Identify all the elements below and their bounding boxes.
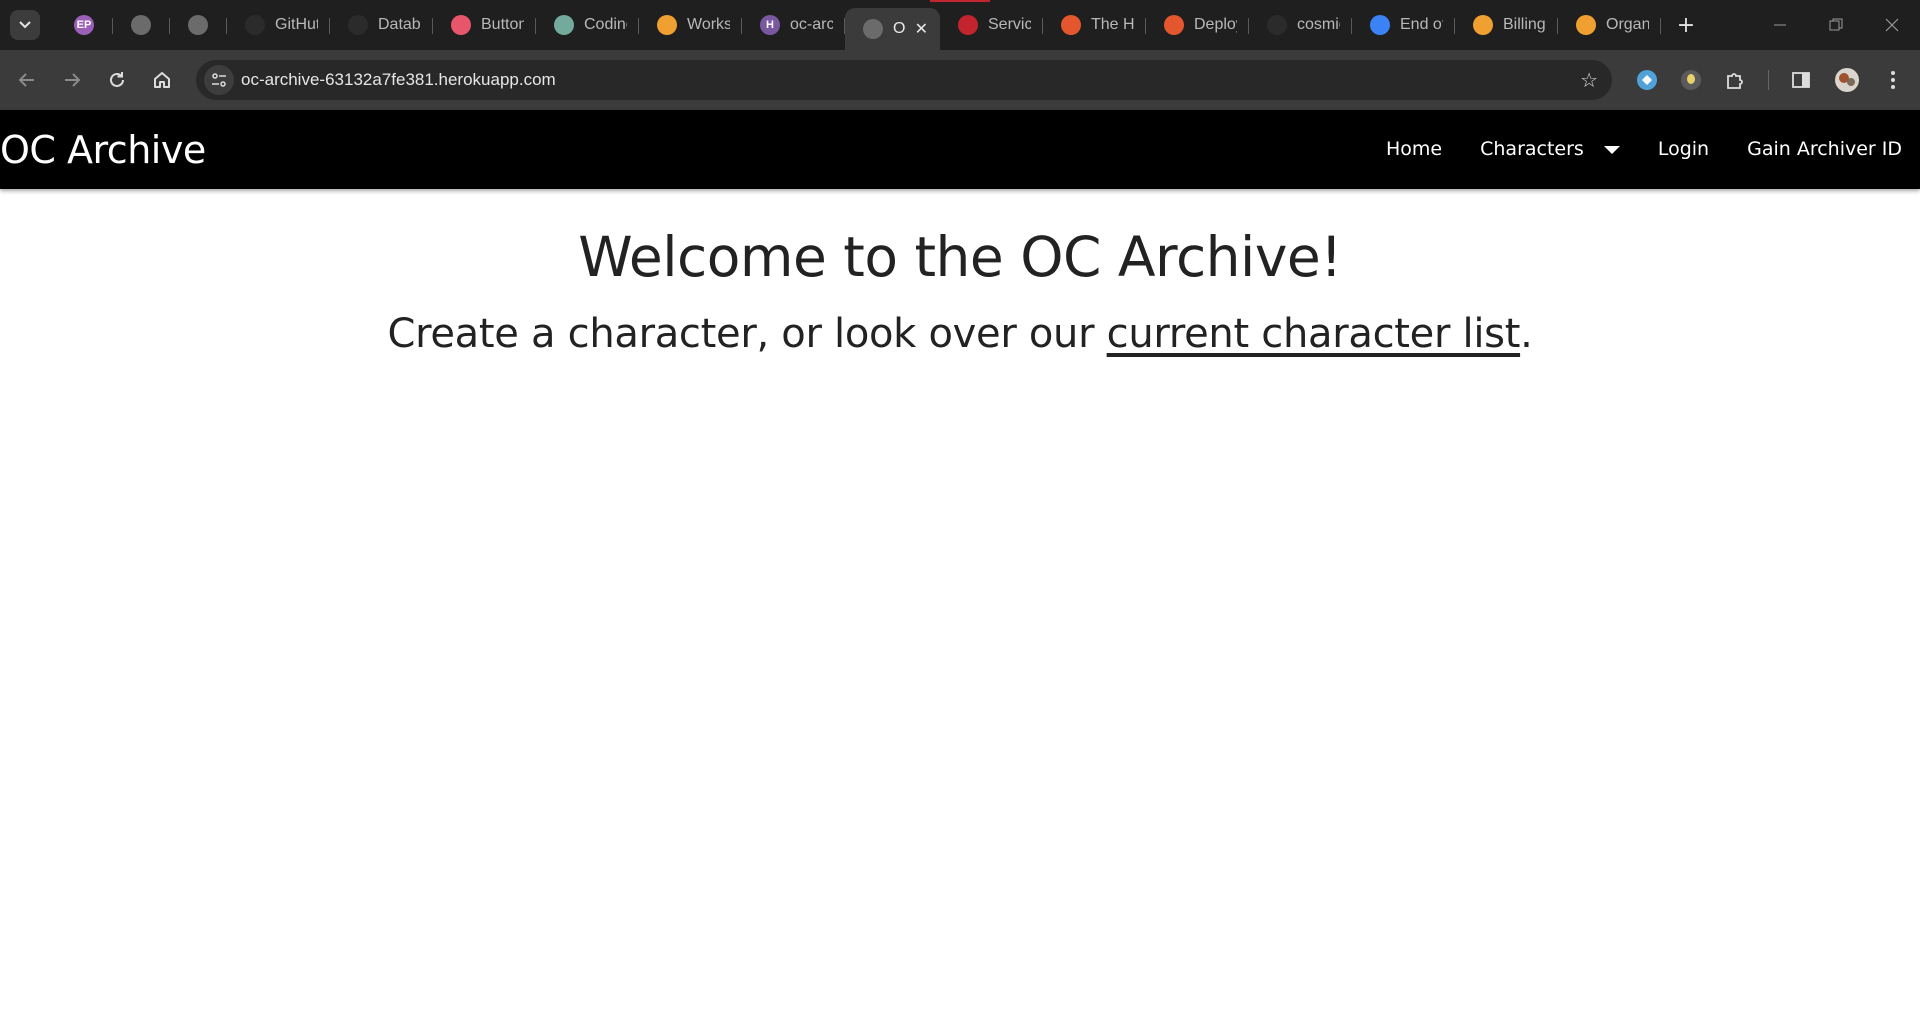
tab-title: End of — [1400, 16, 1443, 33]
browser-tab[interactable]: Databa — [330, 8, 433, 42]
tab-title: GitHut — [275, 16, 318, 33]
nav-links: Home Characters Login Gain Archiver ID — [1348, 138, 1902, 160]
globe-icon — [863, 19, 883, 39]
close-icon — [1885, 18, 1899, 32]
ring-icon — [1061, 15, 1081, 35]
tab-title: cosmic — [1297, 16, 1340, 33]
git-branch-icon — [348, 15, 368, 35]
caret-down-icon — [1603, 145, 1620, 154]
tab-title: The H — [1091, 16, 1134, 33]
browser-tab[interactable]: Button — [433, 8, 536, 42]
g-icon — [657, 15, 677, 35]
url-text[interactable]: oc-archive-63132a7fe381.herokuapp.com — [241, 70, 556, 90]
extension-blue-icon[interactable] — [1632, 65, 1662, 95]
tab-title: oc-arc — [790, 16, 833, 33]
main-content: Welcome to the OC Archive! Create a char… — [0, 190, 1920, 360]
site-navbar: OC Archive Home Characters Login Gain Ar… — [0, 110, 1920, 189]
site-brand[interactable]: OC Archive — [0, 128, 206, 172]
browser-tabstrip: EPGitHutDatabaButtonCodincWorksHoc-arcO✕… — [0, 0, 1920, 50]
browser-tab[interactable]: The H — [1043, 8, 1146, 42]
back-button[interactable] — [11, 64, 43, 96]
forward-button[interactable] — [56, 64, 88, 96]
chevron-down-icon — [19, 21, 31, 29]
cloud-icon — [1370, 15, 1390, 35]
browser-toolbar: oc-archive-63132a7fe381.herokuapp.com ☆ — [0, 50, 1920, 110]
browser-tab[interactable]: Deploy — [1146, 8, 1249, 42]
browser-tab[interactable]: End of — [1352, 8, 1455, 42]
nav-characters-label: Characters — [1480, 138, 1584, 160]
close-window-button[interactable] — [1864, 0, 1920, 50]
crab-icon — [958, 15, 978, 35]
profile-ep-icon: EP — [74, 15, 94, 35]
nav-gain-archiver-id-link[interactable]: Gain Archiver ID — [1747, 138, 1902, 160]
browser-tab[interactable]: Servic — [940, 8, 1043, 42]
menu-kebab-icon[interactable] — [1878, 65, 1908, 95]
browser-tab[interactable]: Billing — [1455, 8, 1558, 42]
nav-characters-dropdown[interactable]: Characters — [1480, 138, 1620, 160]
tab-title: O — [893, 20, 906, 37]
tab-title: Databa — [378, 16, 421, 33]
side-panel-icon[interactable] — [1786, 65, 1816, 95]
monday-icon — [451, 15, 471, 35]
tab-list: EPGitHutDatabaButtonCodincWorksHoc-arcO✕… — [56, 8, 1703, 50]
nav-login-link[interactable]: Login — [1658, 138, 1709, 160]
heroku-icon: H — [760, 15, 780, 35]
profile-avatar[interactable] — [1832, 65, 1862, 95]
browser-tab[interactable]: O ✕ — [845, 8, 940, 50]
restore-button[interactable] — [1808, 0, 1864, 50]
globe-icon — [188, 15, 208, 35]
window-controls — [1752, 0, 1920, 50]
tab-title: Works — [687, 16, 730, 33]
tab-close-icon[interactable]: ✕ — [915, 19, 928, 39]
restore-icon — [1829, 18, 1843, 31]
site-info-button[interactable] — [204, 65, 234, 95]
browser-tab[interactable]: Codinc — [536, 8, 639, 42]
browser-tab[interactable] — [113, 8, 170, 42]
new-tab-button[interactable]: + — [1669, 8, 1703, 42]
reload-button[interactable] — [101, 64, 133, 96]
tab-title: Codinc — [584, 16, 627, 33]
intro-paragraph: Create a character, or look over our cur… — [0, 308, 1920, 360]
welcome-heading: Welcome to the OC Archive! — [578, 225, 1342, 289]
nav-home-link[interactable]: Home — [1386, 138, 1442, 160]
browser-tab[interactable] — [170, 8, 227, 42]
browser-tab[interactable]: EP — [56, 8, 113, 42]
intro-text: Create a character, or look over our — [387, 311, 1107, 357]
tab-title: Deploy — [1194, 16, 1237, 33]
tab-title: Button — [481, 16, 524, 33]
g-icon — [1576, 15, 1596, 35]
browser-tab[interactable]: Organ — [1558, 8, 1661, 42]
browser-tab[interactable]: Hoc-arc — [742, 8, 845, 42]
openai-icon — [554, 15, 574, 35]
home-button[interactable] — [146, 64, 178, 96]
github-icon — [245, 15, 265, 35]
address-bar[interactable]: oc-archive-63132a7fe381.herokuapp.com ☆ — [196, 60, 1612, 100]
extension-bulb-icon[interactable] — [1676, 65, 1706, 95]
tab-search-button[interactable] — [10, 10, 40, 40]
arrow-left-icon — [18, 73, 34, 87]
globe-icon — [131, 15, 151, 35]
minimize-button[interactable] — [1752, 0, 1808, 50]
arrow-right-icon — [65, 73, 81, 87]
toolbar-divider — [1768, 70, 1769, 90]
browser-tab[interactable]: Works — [639, 8, 742, 42]
extensions-puzzle-icon[interactable] — [1720, 65, 1750, 95]
recording-indicator — [930, 0, 990, 2]
home-icon — [154, 72, 170, 88]
tab-title: Organ — [1606, 16, 1649, 33]
github-icon — [1267, 15, 1287, 35]
browser-tab[interactable]: GitHut — [227, 8, 330, 42]
intro-period: . — [1520, 311, 1533, 357]
tab-title: Billing — [1503, 16, 1546, 33]
tune-icon — [212, 73, 226, 87]
character-list-link[interactable]: current character list — [1107, 311, 1521, 357]
tab-title: Servic — [988, 16, 1031, 33]
bookmark-star-icon[interactable]: ☆ — [1580, 68, 1598, 92]
browser-tab[interactable]: cosmic — [1249, 8, 1352, 42]
g-icon — [1473, 15, 1493, 35]
minimize-icon — [1774, 24, 1786, 26]
ring-icon — [1164, 15, 1184, 35]
reload-icon — [110, 72, 124, 87]
